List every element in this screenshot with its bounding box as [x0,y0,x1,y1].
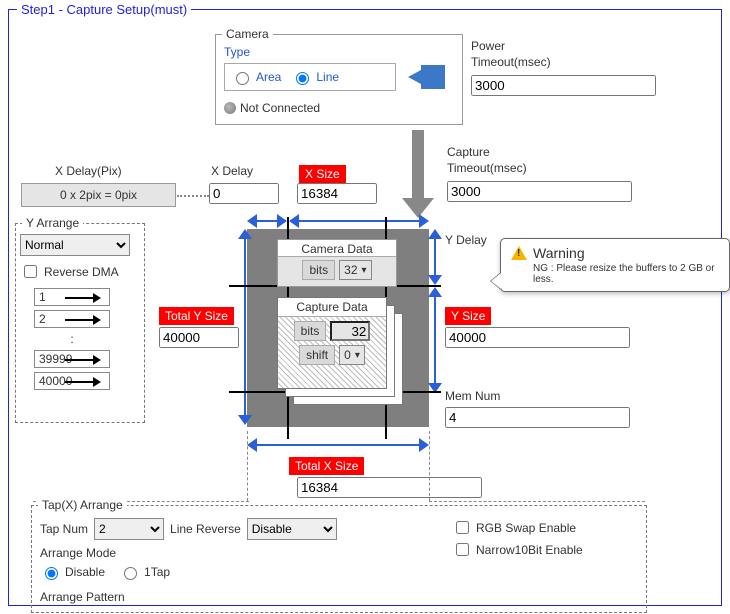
capture-data-bits-label: bits [294,321,327,341]
ysize-input[interactable] [445,327,630,348]
narrow10-checkbox[interactable]: Narrow10Bit Enable [452,540,583,559]
power-timeout-label1: Power [471,39,505,53]
capture-data-bits-input[interactable] [330,321,370,341]
warning-tooltip: Warning NG : Please resize the buffers t… [500,238,730,292]
rgb-swap-checkbox[interactable]: RGB Swap Enable [452,518,576,537]
tapnum-label: Tap Num [40,522,88,536]
ysize-label: Y Size [445,307,491,325]
camera-data-title: Camera Data [278,240,396,257]
warning-icon [511,246,527,260]
dotted-connector-icon [177,195,209,197]
memnum-label: Mem Num [445,389,500,403]
big-arrow-down-icon [402,130,434,218]
status-dot-icon [224,102,236,114]
power-timeout-label2: Timeout(msec) [471,55,551,69]
xsize-input[interactable] [297,183,377,204]
xsize-label: X Size [299,165,346,183]
camera-group: Camera Type Area Line Not Connected [215,27,463,125]
xdelay-pix-display: 0 x 2pix = 0pix [21,183,176,207]
yarrange-mode-dropdown[interactable]: Normal [20,234,130,256]
camera-icon [408,63,446,91]
camera-type-area-radio[interactable]: Area [231,69,281,85]
dim-total-y-icon [241,229,249,425]
camera-data-bits-label: bits [302,260,335,280]
memnum-input[interactable] [445,407,630,428]
yarrange-group: Y Arrange Normal Reverse DMA 1 2 : 39999… [15,223,145,423]
capture-data-shift-label: shift [299,345,335,365]
tapx-arrange-group: Tap(X) Arrange Tap Num 2 Line Reverse Di… [31,505,647,613]
dotted-hline [429,501,645,502]
tapx-legend: Tap(X) Arrange [38,498,127,512]
capture-timeout-label2: Timeout(msec) [447,161,527,175]
camera-status: Not Connected [240,101,320,115]
reverse-dma-checkbox[interactable]: Reverse DMA [20,262,119,281]
camera-legend: Camera [222,27,273,41]
dotted-vline [247,431,248,501]
xdelay-input[interactable] [209,183,279,204]
power-timeout-input[interactable] [471,75,656,96]
arrange-row: 2 [34,310,110,328]
arrange-row: 1 [34,288,110,306]
camera-type-label: Type [224,45,250,59]
total-x-label: Total X Size [289,457,364,475]
ydelay-label: Y Delay [445,233,487,247]
line-reverse-dropdown[interactable]: Disable [247,518,337,540]
dim-ydelay-icon [431,229,439,285]
xdelay-label: X Delay [211,164,253,178]
camera-type-line-radio[interactable]: Line [291,69,339,85]
arrange-mode-1tap-radio[interactable]: 1Tap [119,564,170,580]
total-x-input[interactable] [297,477,482,498]
arrange-mode-label: Arrange Mode [40,546,116,560]
arrange-row: 39999 [34,350,110,368]
line-reverse-label: Line Reverse [170,522,241,536]
capture-data-title: Capture Data [278,298,386,317]
arrange-row: 40000 [34,372,110,390]
capture-timeout-input[interactable] [447,181,632,202]
total-y-label: Total Y Size [159,307,234,325]
total-y-input[interactable] [159,327,239,348]
tapnum-dropdown[interactable]: 2 [94,518,164,540]
arrange-pattern-label: Arrange Pattern [40,590,125,604]
dim-xdelay-icon [247,217,287,225]
yarrange-legend: Y Arrange [22,216,83,230]
dim-total-x-icon [247,441,429,449]
arrange-mode-disable-radio[interactable]: Disable [40,564,105,580]
step1-capture-setup-group: Step1 - Capture Setup(must) Camera Type … [8,2,722,606]
step1-legend: Step1 - Capture Setup(must) [17,2,191,17]
dim-xsize-icon [289,217,429,225]
xdelay-pix-label: X Delay(Pix) [55,164,122,178]
camera-data-panel: Camera Data bits 32▾ [277,239,397,287]
dotted-vline [429,431,430,501]
capture-timeout-label1: Capture [447,145,490,159]
dim-ysize-icon [431,287,439,393]
capture-data-panel: Capture Data bits shift 0▾ [277,297,387,389]
capture-data-shift-dropdown[interactable]: 0▾ [339,345,365,365]
tooltip-body: NG : Please resize the buffers to 2 GB o… [511,261,717,285]
arrange-ellipsis: : [34,332,110,346]
tooltip-title: Warning [533,245,585,261]
camera-data-bits-dropdown[interactable]: 32▾ [339,260,371,280]
